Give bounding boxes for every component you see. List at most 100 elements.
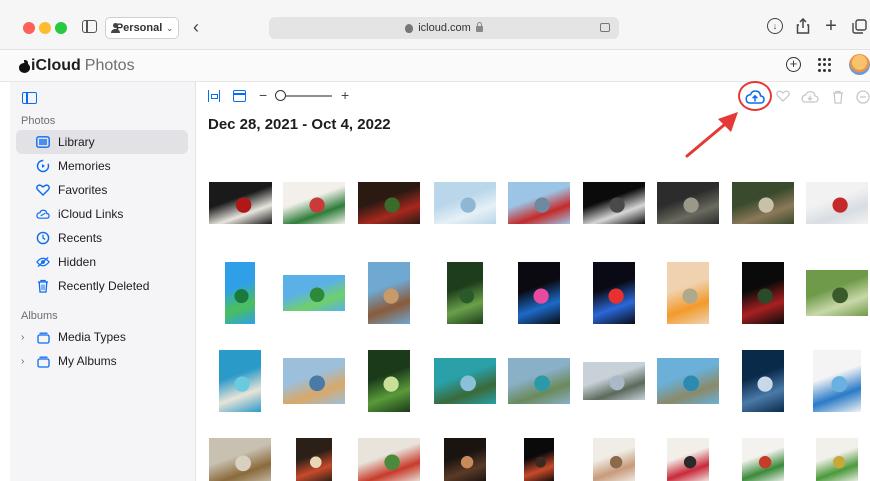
upload-highlight-ring [738, 81, 772, 111]
photo-thumbnail[interactable] [816, 438, 858, 481]
sidebar-item-label: Media Types [58, 330, 126, 344]
photo-thumbnail[interactable] [742, 262, 784, 324]
photo-thumbnail[interactable] [219, 350, 261, 412]
sidebar-item-label: Favorites [58, 183, 108, 197]
zoom-slider-handle[interactable] [275, 90, 287, 101]
download-icon[interactable]: ↓ [767, 18, 783, 34]
sidebar-item-label: My Albums [58, 354, 117, 368]
photo-thumbnail[interactable] [667, 438, 709, 481]
download-cloud-icon[interactable] [801, 90, 819, 107]
photo-thumbnail[interactable] [593, 438, 635, 481]
app-product: Photos [84, 57, 135, 74]
tab-overview-icon[interactable] [851, 18, 867, 34]
photo-thumbnail[interactable] [583, 362, 645, 400]
photo-thumbnail[interactable] [657, 358, 719, 404]
photo-thumbnail[interactable] [444, 438, 486, 481]
photo-thumbnail[interactable] [667, 262, 709, 324]
close-window-button[interactable] [23, 22, 35, 34]
more-options-icon[interactable] [856, 90, 870, 107]
trash-icon [36, 279, 50, 293]
sidebar-item-label: Memories [58, 159, 111, 173]
photo-thumbnail[interactable] [358, 438, 420, 481]
thumbnail-view-icon[interactable] [233, 90, 246, 102]
lock-icon [475, 22, 483, 32]
library-icon [36, 135, 50, 149]
photo-thumbnail[interactable] [296, 438, 332, 481]
photo-thumbnail[interactable] [508, 182, 570, 224]
app-brand: iCloud [31, 57, 81, 74]
date-range-title: Dec 28, 2021 - Oct 4, 2022 [208, 116, 391, 133]
sidebar-item-my-albums[interactable]: › My Albums [16, 349, 188, 373]
photo-thumbnail[interactable] [447, 262, 483, 324]
address-bar[interactable]: icloud.com [269, 17, 619, 39]
sidebar-item-label: Recently Deleted [58, 279, 150, 293]
album-stack-icon [36, 354, 50, 368]
sidebar-item-hidden[interactable]: Hidden [16, 250, 188, 274]
heart-icon [36, 183, 50, 197]
delete-trash-icon[interactable] [832, 90, 844, 107]
photo-thumbnail[interactable] [368, 350, 410, 412]
photo-thumbnail[interactable] [358, 182, 420, 224]
photo-thumbnail[interactable] [742, 350, 784, 412]
photo-thumbnail[interactable] [225, 262, 255, 324]
photo-thumbnail[interactable] [434, 358, 496, 404]
photo-thumbnail[interactable] [283, 358, 345, 404]
sidebar-item-icloud-links[interactable]: iCloud Links [16, 202, 188, 226]
minimize-window-button[interactable] [39, 22, 51, 34]
back-arrow-icon[interactable]: ‹ [188, 16, 204, 38]
memories-icon [36, 159, 50, 173]
profile-label: Personal [115, 22, 163, 34]
browser-sidebar-icon[interactable] [82, 20, 97, 33]
photo-thumbnail[interactable] [657, 182, 719, 224]
photo-thumbnail[interactable] [742, 438, 784, 481]
photo-thumbnail[interactable] [208, 182, 272, 224]
app-header: iCloud Photos [0, 50, 870, 82]
photo-thumbnail[interactable] [518, 262, 560, 324]
upload-to-icloud-icon[interactable] [745, 89, 765, 104]
favorite-heart-icon[interactable] [776, 90, 790, 105]
photo-thumbnail[interactable] [434, 182, 496, 224]
photo-thumbnail[interactable] [806, 270, 868, 316]
photo-thumbnail[interactable] [524, 438, 554, 481]
add-icon[interactable]: + [786, 57, 801, 72]
photo-thumbnail[interactable] [593, 262, 635, 324]
aspect-ratio-icon[interactable] [208, 90, 220, 102]
clock-icon [36, 231, 50, 245]
sidebar-item-media-types[interactable]: › Media Types [16, 325, 188, 349]
section-header-albums: Albums [21, 310, 58, 322]
url-text: icloud.com [418, 22, 471, 34]
photo-thumbnail[interactable] [283, 275, 345, 311]
disclosure-chevron-icon[interactable]: › [21, 332, 24, 343]
sidebar-toggle-icon[interactable] [22, 92, 37, 104]
zoom-in-button[interactable]: + [341, 87, 349, 103]
sidebar-item-label: Hidden [58, 255, 97, 269]
photo-thumbnail[interactable] [583, 182, 645, 224]
photo-thumbnail[interactable] [209, 438, 271, 481]
new-tab-icon[interactable]: + [823, 15, 839, 37]
app-launcher-icon[interactable] [818, 58, 834, 72]
sidebar-item-memories[interactable]: Memories [16, 154, 188, 178]
photo-thumbnail[interactable] [732, 182, 794, 224]
apple-logo-icon [19, 59, 30, 73]
photo-thumbnail[interactable] [368, 262, 410, 324]
cloud-link-icon [36, 207, 50, 221]
avatar[interactable] [849, 54, 870, 75]
profile-menu[interactable]: Personal ⌄ [105, 17, 179, 39]
sidebar: Photos Library Memories Favorites iCloud… [10, 82, 196, 481]
photo-thumbnail[interactable] [806, 182, 868, 224]
sidebar-item-library[interactable]: Library [16, 130, 188, 154]
photo-thumbnail[interactable] [813, 350, 861, 412]
share-icon[interactable] [795, 18, 811, 34]
zoom-window-button[interactable] [55, 22, 67, 34]
chevron-down-icon: ⌄ [166, 23, 173, 33]
zoom-out-button[interactable]: − [259, 87, 267, 103]
sidebar-item-recently-deleted[interactable]: Recently Deleted [16, 274, 188, 298]
app-logo[interactable]: iCloud Photos [19, 57, 135, 75]
photo-thumbnail[interactable] [508, 358, 570, 404]
reader-icon[interactable] [600, 23, 610, 32]
disclosure-chevron-icon[interactable]: › [21, 356, 24, 367]
sidebar-item-recents[interactable]: Recents [16, 226, 188, 250]
sidebar-item-favorites[interactable]: Favorites [16, 178, 188, 202]
sidebar-item-label: iCloud Links [58, 207, 124, 221]
photo-thumbnail[interactable] [283, 182, 345, 224]
